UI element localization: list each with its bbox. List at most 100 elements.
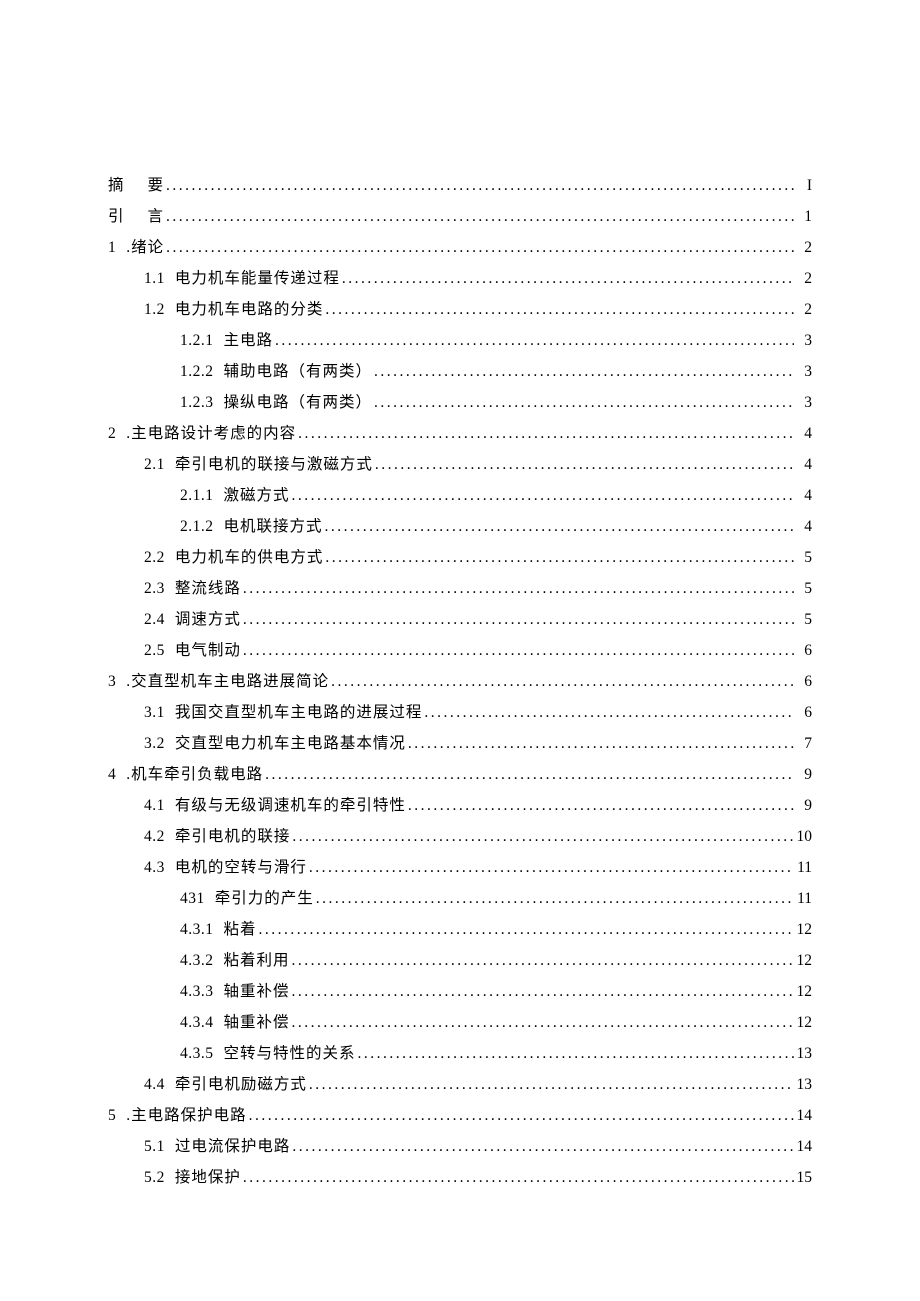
toc-entry[interactable]: 引言1 xyxy=(108,201,812,232)
toc-entry-title: 粘着利用 xyxy=(224,945,290,976)
toc-leader-dots xyxy=(164,170,794,201)
toc-entry[interactable]: 1.2.3操纵电路（有两类）3 xyxy=(108,387,812,418)
toc-entry-title: 电力机车电路的分类 xyxy=(175,294,324,325)
toc-entry-page: 9 xyxy=(794,759,812,790)
toc-leader-dots xyxy=(241,604,794,635)
toc-entry[interactable]: 1.2.2辅助电路（有两类） 3 xyxy=(108,356,812,387)
toc-entry[interactable]: 4.机车牵引负载电路9 xyxy=(108,759,812,790)
toc-leader-dots xyxy=(314,883,794,914)
toc-entry-title: .主电路设计考虑的内容 xyxy=(126,418,296,449)
toc-entry-title: 激磁方式 xyxy=(224,480,290,511)
toc-leader-dots xyxy=(372,387,794,418)
toc-entry-page: 4 xyxy=(794,480,812,511)
toc-entry-title: 辅助电路（有两类） xyxy=(224,356,373,387)
toc-entry-title: 牵引力的产生 xyxy=(215,883,314,914)
toc-entry-title: 牵引电机的联接 xyxy=(175,821,291,852)
toc-entry[interactable]: 2.主电路设计考虑的内容4 xyxy=(108,418,812,449)
toc-entry-title: 电力机车能量传递过程 xyxy=(175,263,340,294)
toc-entry-title: .交直型机车主电路进展简论 xyxy=(126,666,329,697)
toc-entry[interactable]: 4.2牵引电机的联接10 xyxy=(108,821,812,852)
toc-entry-title: 电机联接方式 xyxy=(224,511,323,542)
toc-entry-page: 15 xyxy=(794,1162,812,1193)
toc-entry[interactable]: 4.3电机的空转与滑行11 xyxy=(108,852,812,883)
toc-entry[interactable]: 1.2电力机车电路的分类2 xyxy=(108,294,812,325)
toc-leader-dots xyxy=(290,821,794,852)
toc-entry[interactable]: 2.1牵引电机的联接与激磁方式4 xyxy=(108,449,812,480)
toc-leader-dots xyxy=(290,976,794,1007)
toc-entry-title: .主电路保护电路 xyxy=(126,1100,246,1131)
toc-entry-page: 12 xyxy=(794,914,812,945)
toc-entry-number: 4.3.2 xyxy=(180,945,224,976)
toc-entry[interactable]: 4.4牵引电机励磁方式13 xyxy=(108,1069,812,1100)
toc-entry-number: 2.1.2 xyxy=(180,511,224,542)
toc-leader-dots xyxy=(422,697,794,728)
toc-entry[interactable]: 1.2.1主电路3 xyxy=(108,325,812,356)
toc-entry[interactable]: 3.交直型机车主电路进展简论6 xyxy=(108,666,812,697)
toc-entry-page: 13 xyxy=(794,1038,812,1069)
toc-entry[interactable]: 4.3.2粘着利用12 xyxy=(108,945,812,976)
toc-entry[interactable]: 2.5电气制动 6 xyxy=(108,635,812,666)
toc-entry-title: 主电路 xyxy=(224,325,274,356)
toc-entry-page: 2 xyxy=(794,232,812,263)
toc-entry-number: 3.2 xyxy=(144,728,175,759)
toc-entry-number: 4.3 xyxy=(144,852,175,883)
toc-entry-title: 牵引电机励磁方式 xyxy=(175,1069,307,1100)
toc-entry-page: 12 xyxy=(794,1007,812,1038)
toc-entry-number: 2.1 xyxy=(144,449,175,480)
toc-entry-page: 11 xyxy=(794,883,812,914)
toc-leader-dots xyxy=(247,1100,794,1131)
toc-entry[interactable]: 3.2交直型电力机车主电路基本情况7 xyxy=(108,728,812,759)
toc-entry[interactable]: 5.主电路保护电路14 xyxy=(108,1100,812,1131)
toc-entry-page: 6 xyxy=(794,666,812,697)
toc-entry-page: 3 xyxy=(794,356,812,387)
toc-entry-page: 6 xyxy=(794,635,812,666)
toc-entry[interactable]: 5.1过电流保护电路14 xyxy=(108,1131,812,1162)
toc-entry-number: 5.1 xyxy=(144,1131,175,1162)
toc-leader-dots xyxy=(263,759,794,790)
toc-entry-number: 1.2 xyxy=(144,294,175,325)
toc-entry-number: 1 xyxy=(108,232,126,263)
toc-entry-number: 5.2 xyxy=(144,1162,175,1193)
toc-leader-dots xyxy=(273,325,794,356)
toc-entry[interactable]: 4.1有级与无级调速机车的牵引特性9 xyxy=(108,790,812,821)
toc-leader-dots xyxy=(296,418,794,449)
toc-entry[interactable]: 1.1电力机车能量传递过程2 xyxy=(108,263,812,294)
toc-entry[interactable]: 2.1.2电机联接方式 4 xyxy=(108,511,812,542)
toc-entry[interactable]: 5.2接地保护 15 xyxy=(108,1162,812,1193)
toc-entry-title: 我国交直型机车主电路的进展过程 xyxy=(175,697,423,728)
toc-entry-title: 有级与无级调速机车的牵引特性 xyxy=(175,790,406,821)
toc-entry[interactable]: 4.3.1粘着12 xyxy=(108,914,812,945)
toc-entry-title: .绪论 xyxy=(126,232,164,263)
toc-leader-dots xyxy=(329,666,794,697)
toc-entry-page: 10 xyxy=(794,821,812,852)
toc-entry-number: 1.2.2 xyxy=(180,356,224,387)
toc-entry-number: 2.1.1 xyxy=(180,480,224,511)
toc-leader-dots xyxy=(164,232,794,263)
toc-leader-dots xyxy=(241,635,794,666)
toc-leader-dots xyxy=(290,1131,794,1162)
toc-entry-title: 要 xyxy=(148,170,165,201)
toc-entry[interactable]: 431牵引力的产生11 xyxy=(108,883,812,914)
toc-entry-number: 2.5 xyxy=(144,635,175,666)
toc-entry[interactable]: 2.4调速方式5 xyxy=(108,604,812,635)
toc-entry[interactable]: 3.1我国交直型机车主电路的进展过程6 xyxy=(108,697,812,728)
toc-entry-number: 2.3 xyxy=(144,573,175,604)
toc-entry-page: 3 xyxy=(794,325,812,356)
toc-entry[interactable]: 2.3整流线路5 xyxy=(108,573,812,604)
toc-entry-title: 调速方式 xyxy=(175,604,241,635)
toc-entry[interactable]: 1.绪论 2 xyxy=(108,232,812,263)
toc-entry-page: 5 xyxy=(794,542,812,573)
toc-entry-title: 电气制动 xyxy=(175,635,241,666)
toc-entry[interactable]: 摘要I xyxy=(108,170,812,201)
toc-entry[interactable]: 4.3.3轴重补偿12 xyxy=(108,976,812,1007)
toc-entry[interactable]: 2.2电力机车的供电方式5 xyxy=(108,542,812,573)
toc-entry-title: 接地保护 xyxy=(175,1162,241,1193)
toc-entry-page: 13 xyxy=(794,1069,812,1100)
toc-entry[interactable]: 4.3.4轴重补偿12 xyxy=(108,1007,812,1038)
toc-entry-number: 引 xyxy=(108,201,148,232)
toc-entry-page: 1 xyxy=(794,201,812,232)
toc-entry-page: 4 xyxy=(794,511,812,542)
toc-entry[interactable]: 2.1.1激磁方式 4 xyxy=(108,480,812,511)
toc-entry[interactable]: 4.3.5空转与特性的关系13 xyxy=(108,1038,812,1069)
toc-entry-number: 2 xyxy=(108,418,126,449)
